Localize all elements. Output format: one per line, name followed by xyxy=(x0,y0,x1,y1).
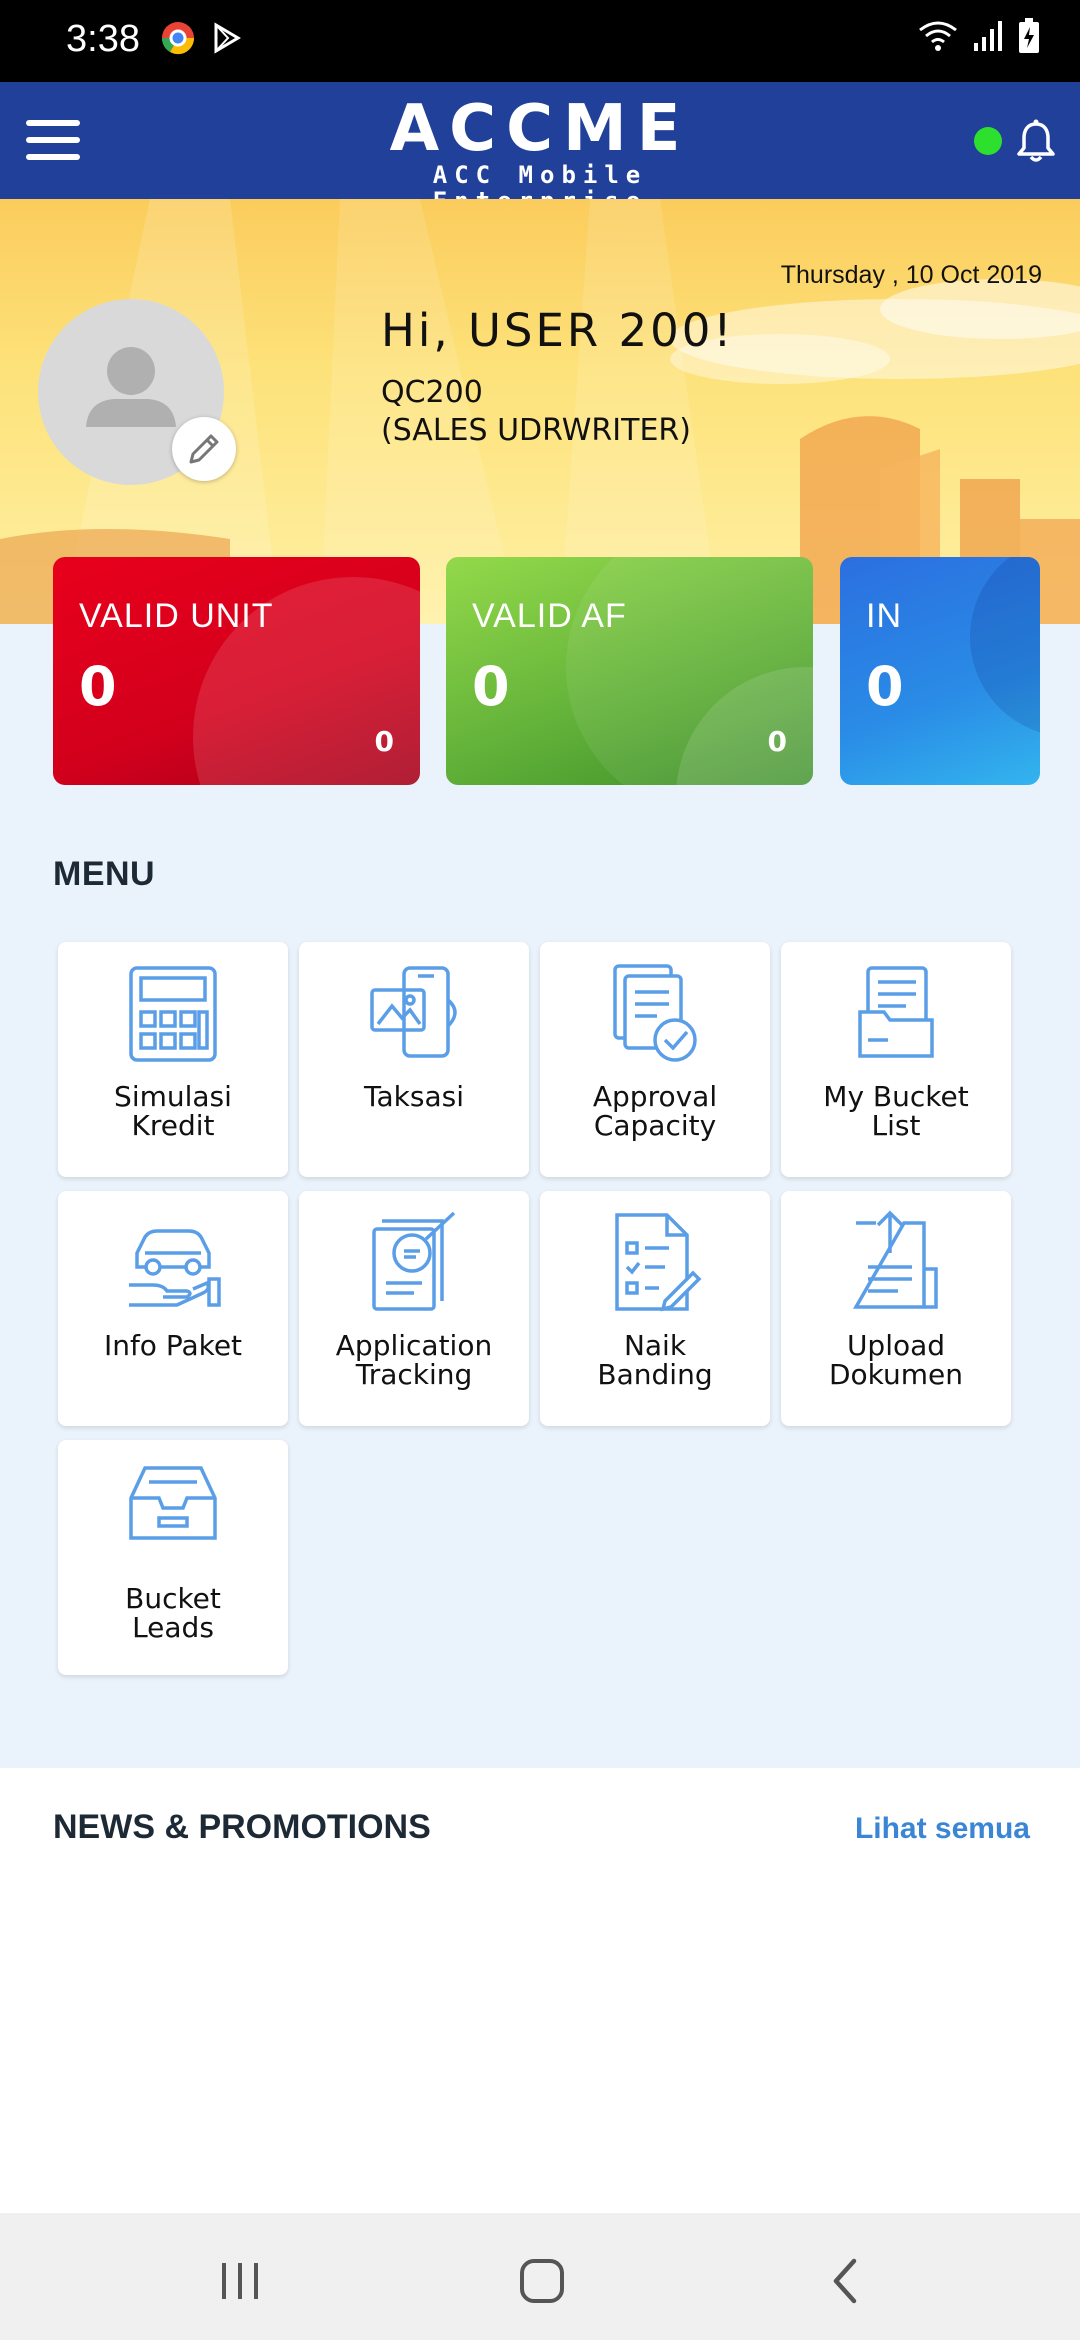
menu-item-application-tracking[interactable]: Application Tracking xyxy=(299,1191,529,1426)
stat-label: IN xyxy=(866,597,902,635)
menu-item-naik-banding[interactable]: Naik Banding xyxy=(540,1191,770,1426)
menu-item-approval-capacity[interactable]: Approval Capacity xyxy=(540,942,770,1177)
menu-item-label: My Bucket List xyxy=(823,1080,969,1142)
menu-item-label: Naik Banding xyxy=(597,1329,713,1391)
menu-item-my-bucket-list[interactable]: My Bucket List xyxy=(781,942,1011,1177)
stat-sub-value: 0 xyxy=(374,725,394,758)
stat-card-valid-unit[interactable]: VALID UNIT 0 0 xyxy=(53,557,420,785)
menu-item-label: Bucket Leads xyxy=(125,1582,221,1644)
menu-item-taksasi[interactable]: Taksasi xyxy=(299,942,529,1177)
online-status-dot xyxy=(974,127,1002,155)
status-bar: 3:38 xyxy=(0,0,1080,82)
status-time: 3:38 xyxy=(66,18,140,60)
photo-phone-icon xyxy=(370,966,457,1058)
chrome-icon xyxy=(161,22,195,55)
edit-avatar-button[interactable] xyxy=(172,417,236,481)
pencil-icon xyxy=(189,434,219,464)
stats-carousel[interactable]: VALID UNIT 0 0 VALID AF 0 0 IN 0 xyxy=(0,557,1080,787)
logo-brand: ACCME xyxy=(389,92,691,166)
wifi-icon xyxy=(919,21,957,51)
current-date: Thursday , 10 Oct 2019 xyxy=(780,261,1042,289)
news-title: NEWS & PROMOTIONS xyxy=(53,1808,431,1846)
menu-item-bucket-leads[interactable]: Bucket Leads xyxy=(58,1440,288,1675)
notification-bell-icon[interactable] xyxy=(1012,118,1060,166)
stat-card-in[interactable]: IN 0 xyxy=(840,557,1040,785)
stat-value: 0 xyxy=(79,655,117,718)
stat-label: VALID AF xyxy=(472,597,627,635)
news-section: NEWS & PROMOTIONS Lihat semua xyxy=(0,1768,1080,2213)
app-header: ACCME ACC Mobile Enterprise xyxy=(0,82,1080,214)
menu-item-label: Taksasi xyxy=(364,1080,464,1113)
see-all-link[interactable]: Lihat semua xyxy=(855,1812,1030,1846)
stat-value: 0 xyxy=(472,655,510,718)
folder-document-icon xyxy=(858,966,934,1058)
user-role: (SALES UDRWRITER) xyxy=(381,413,691,448)
menu-item-label: Approval Capacity xyxy=(592,1080,718,1142)
recent-apps-icon[interactable] xyxy=(210,2251,270,2311)
system-nav-bar xyxy=(0,2213,1080,2340)
signal-icon xyxy=(974,21,1002,51)
calculator-icon xyxy=(129,966,217,1062)
stat-sub-value: 0 xyxy=(767,725,787,758)
tracking-document-icon xyxy=(372,1211,456,1311)
upload-document-icon xyxy=(852,1210,938,1309)
menu-item-label: Simulasi Kredit xyxy=(114,1080,232,1142)
approval-document-icon xyxy=(613,964,697,1062)
menu-item-label: Info Paket xyxy=(103,1329,243,1362)
battery-icon xyxy=(1019,18,1039,53)
menu-item-simulasi-kredit[interactable]: Simulasi Kredit xyxy=(58,942,288,1177)
user-code: QC200 xyxy=(381,375,483,410)
home-icon[interactable] xyxy=(512,2251,572,2311)
stat-label: VALID UNIT xyxy=(79,597,274,635)
play-store-icon xyxy=(214,22,241,54)
car-in-hand-icon xyxy=(129,1229,221,1307)
inbox-tray-icon xyxy=(129,1466,217,1540)
checklist-document-icon xyxy=(615,1213,702,1312)
back-icon[interactable] xyxy=(816,2251,876,2311)
menu-item-label: Upload Dokumen xyxy=(828,1329,964,1391)
greeting: Hi, USER 200! xyxy=(381,304,735,357)
menu-item-info-paket[interactable]: Info Paket xyxy=(58,1191,288,1426)
app-logo: ACCME ACC Mobile Enterprise xyxy=(330,92,750,214)
menu-item-upload-dokumen[interactable]: Upload Dokumen xyxy=(781,1191,1011,1426)
hamburger-menu-icon[interactable] xyxy=(26,120,80,160)
stat-card-valid-af[interactable]: VALID AF 0 0 xyxy=(446,557,813,785)
stat-value: 0 xyxy=(866,655,904,718)
menu-title: MENU xyxy=(53,855,156,893)
menu-item-label: Application Tracking xyxy=(335,1329,493,1391)
